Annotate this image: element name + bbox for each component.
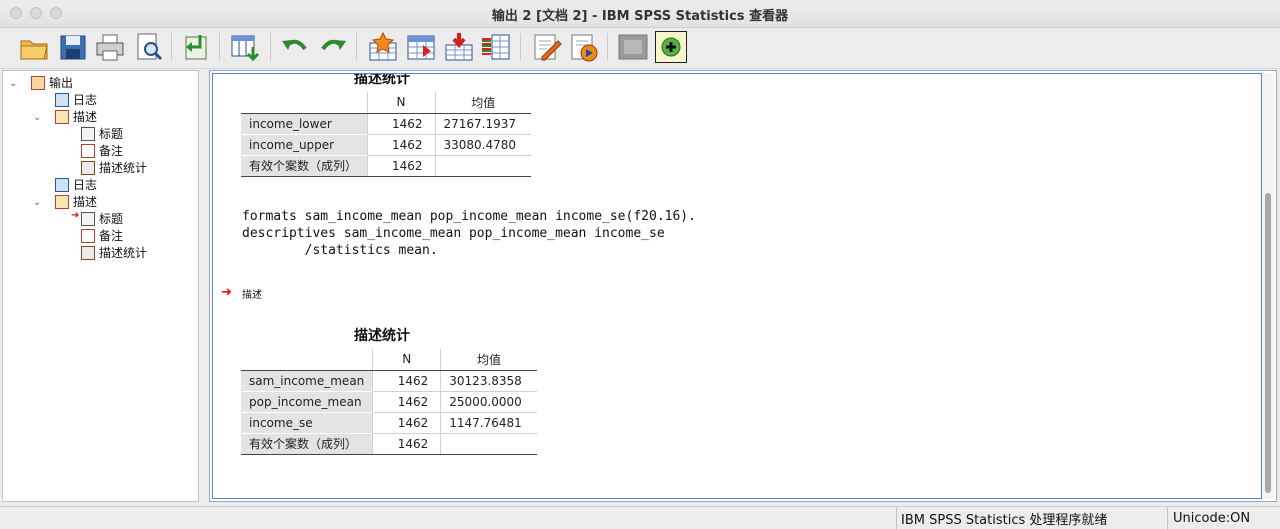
cell-mean: 25000.0000 — [440, 390, 537, 412]
section-label: 描述 — [242, 290, 262, 301]
descriptives-icon — [55, 194, 69, 209]
open-folder-icon[interactable] — [18, 31, 50, 63]
toolbar — [0, 28, 1280, 69]
inactive-icon[interactable] — [617, 31, 649, 63]
chevron-down-icon[interactable]: ⌄ — [33, 197, 41, 208]
tree-item-statistics[interactable]: 描述统计 — [81, 244, 147, 261]
column-header-n: N — [366, 92, 435, 114]
cell-mean: 27167.1937 — [434, 112, 531, 134]
tree-item-descriptives[interactable]: 描述 — [55, 108, 97, 125]
descriptives-icon — [55, 109, 69, 124]
log-icon — [55, 92, 69, 107]
row-label: income_upper — [241, 133, 367, 155]
log-icon — [55, 177, 69, 192]
tree-item-log[interactable]: 日志 — [55, 91, 97, 108]
print-icon[interactable] — [94, 31, 126, 63]
tree-item-log[interactable]: 日志 — [55, 176, 97, 193]
variables-icon[interactable] — [480, 31, 512, 63]
cell-mean — [434, 154, 531, 177]
export-icon[interactable] — [180, 31, 212, 63]
title-bar: 输出 2 [文档 2] - IBM SPSS Statistics 查看器 — [0, 0, 1280, 28]
cell-n: 1462 — [372, 390, 441, 412]
goto-case-icon[interactable] — [367, 31, 399, 63]
row-label: 有效个案数（成列） — [241, 432, 373, 455]
output-content[interactable]: 描述统计 N 均值 income_lower 1462 27167.1937 i… — [212, 73, 1262, 499]
row-label: pop_income_mean — [241, 390, 373, 412]
cell-n: 1462 — [366, 133, 435, 155]
unicode-status: Unicode:ON — [1173, 510, 1251, 526]
output-icon — [31, 75, 45, 90]
statistics-table-icon — [81, 160, 95, 175]
title-icon — [81, 126, 95, 141]
tree-item-descriptives[interactable]: 描述 — [55, 193, 97, 210]
cell-n: 1462 — [372, 411, 441, 433]
cell-n: 1462 — [366, 154, 435, 177]
chevron-down-icon[interactable]: ⌄ — [33, 112, 41, 123]
current-item-arrow-icon: ➜ — [71, 210, 80, 221]
syntax-log: formats sam_income_mean pop_income_mean … — [242, 209, 696, 258]
undo-icon[interactable] — [279, 31, 311, 63]
cell-n: 1462 — [372, 432, 441, 455]
statistics-table-icon — [81, 245, 95, 260]
cell-mean — [440, 432, 537, 455]
cell-n: 1462 — [366, 112, 435, 134]
tree-item-title[interactable]: 标题 — [81, 210, 123, 227]
row-label: sam_income_mean — [241, 369, 373, 391]
cell-mean: 30123.8358 — [440, 369, 537, 391]
notes-icon — [81, 143, 95, 158]
processor-status: IBM SPSS Statistics 处理程序就绪 — [901, 512, 1108, 528]
status-bar: IBM SPSS Statistics 处理程序就绪 Unicode:ON — [0, 506, 1280, 529]
title-icon — [81, 211, 95, 226]
tree-item-notes[interactable]: 备注 — [81, 227, 123, 244]
output-pane[interactable]: 描述统计 N 均值 income_lower 1462 27167.1937 i… — [209, 70, 1277, 502]
scrollbar-thumb[interactable] — [1265, 193, 1271, 493]
goto-variable-icon[interactable] — [405, 31, 437, 63]
vertical-scrollbar[interactable] — [1262, 73, 1274, 499]
save-icon[interactable] — [57, 31, 89, 63]
column-header-mean: 均值 — [434, 92, 531, 114]
insert-cases-icon[interactable] — [443, 31, 475, 63]
column-header-mean: 均值 — [440, 349, 537, 371]
row-label: income_se — [241, 411, 373, 433]
tree-item-notes[interactable]: 备注 — [81, 142, 123, 159]
chevron-down-icon[interactable]: ⌄ — [9, 78, 17, 89]
tree-item-title[interactable]: 标题 — [81, 125, 123, 142]
tree-item-statistics[interactable]: 描述统计 — [81, 159, 147, 176]
notes-icon — [81, 228, 95, 243]
table-title: 描述统计 — [354, 328, 410, 344]
designate-window-icon[interactable] — [567, 31, 599, 63]
print-preview-icon[interactable] — [133, 31, 165, 63]
add-icon[interactable] — [655, 31, 687, 63]
window-title: 输出 2 [文档 2] - IBM SPSS Statistics 查看器 — [491, 9, 789, 24]
outline-pane[interactable]: ⌄ 输出 日志 ⌄ 描述 标题 备注 描述统计 日志 ⌄ 描述 ➜ 标题 备注 — [2, 70, 199, 502]
pane-splitter[interactable] — [200, 70, 208, 502]
redo-icon[interactable] — [317, 31, 349, 63]
row-label: income_lower — [241, 112, 367, 134]
cell-n: 1462 — [372, 369, 441, 391]
row-label: 有效个案数（成列） — [241, 154, 367, 177]
current-item-arrow-icon: ➜ — [221, 285, 232, 300]
statistics-table[interactable]: N 均值 sam_income_mean 1462 30123.8358 pop… — [241, 349, 537, 455]
table-title: 描述统计 — [354, 73, 410, 87]
goto-data-icon[interactable] — [229, 31, 261, 63]
cell-mean: 33080.4780 — [434, 133, 531, 155]
tree-item-output[interactable]: 输出 — [31, 74, 73, 91]
statistics-table[interactable]: N 均值 income_lower 1462 27167.1937 income… — [241, 92, 531, 177]
column-header-n: N — [372, 349, 441, 371]
cell-mean: 1147.76481 — [440, 411, 537, 433]
edit-icon[interactable] — [530, 31, 562, 63]
